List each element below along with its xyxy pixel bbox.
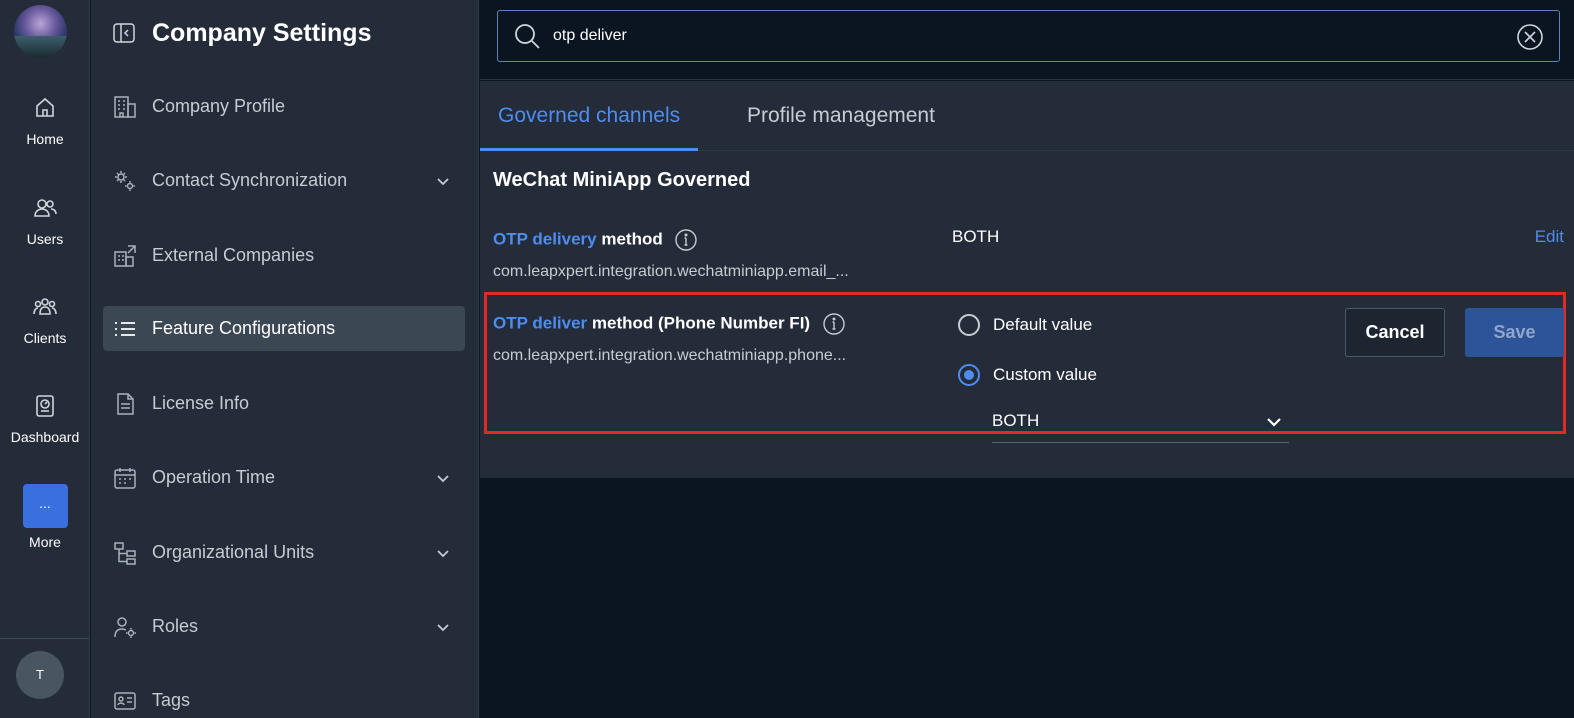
rail-item-more[interactable]: ... More: [0, 484, 90, 550]
sidebar-item-feature-configurations[interactable]: Feature Configurations: [103, 306, 465, 351]
setting-name-rest: method (Phone Number FI): [587, 313, 811, 333]
sidebar-item-label: License Info: [152, 393, 250, 413]
clear-search-icon[interactable]: [1516, 23, 1544, 51]
rail-label-clients: Clients: [23, 330, 67, 346]
setting-value: BOTH: [952, 227, 1000, 246]
rail-label-users: Users: [26, 231, 64, 247]
setting-key: com.leapxpert.integration.wechatminiapp.…: [493, 347, 847, 364]
user-avatar[interactable]: T: [16, 651, 64, 699]
sync-gear-icon: [115, 170, 135, 191]
sidebar-item-license-info[interactable]: License Info: [103, 381, 465, 426]
sidebar-item-roles[interactable]: Roles: [103, 604, 465, 649]
info-icon[interactable]: [675, 229, 698, 251]
sidebar-item-label: Company Profile: [152, 96, 286, 116]
sidebar-item-label: Operation Time: [152, 467, 276, 487]
settings-panel: WeChat MiniApp Governed OTP delivery met…: [480, 151, 1574, 478]
sidebar-item-label: Contact Synchronization: [152, 170, 348, 190]
sidebar-item-label: Organizational Units: [152, 542, 315, 562]
rail-item-dashboard[interactable]: Dashboard: [0, 393, 90, 445]
top-bar: [480, 0, 1574, 80]
user-gear-icon: [114, 616, 136, 638]
tab-bar: Governed channels Profile management: [480, 81, 1574, 151]
chevron-down-icon[interactable]: [435, 545, 451, 561]
setting-row-otp-delivery-method: OTP delivery method com.leapxpert.integr…: [493, 229, 913, 281]
clients-icon: [33, 298, 57, 315]
rail-item-clients[interactable]: Clients: [0, 294, 90, 346]
sidebar-item-tags[interactable]: Tags: [103, 678, 465, 718]
sidebar-item-label: External Companies: [152, 245, 315, 265]
tab-governed-channels[interactable]: Governed channels: [480, 81, 699, 151]
rail-label-more: More: [29, 534, 61, 550]
external-building-icon: [114, 244, 136, 267]
rail-item-home[interactable]: Home: [0, 95, 90, 147]
cancel-button[interactable]: Cancel: [1345, 308, 1445, 357]
info-icon[interactable]: [823, 313, 845, 335]
chevron-down-icon[interactable]: [435, 173, 451, 189]
building-icon: [114, 95, 136, 118]
sidebar-header: Company Settings: [113, 16, 371, 50]
app-rail: Home Users Clients Dashboard ... More T: [0, 0, 90, 718]
radio-custom-value[interactable]: Custom value: [958, 364, 1097, 386]
search-highlight: OTP deliver: [493, 313, 588, 333]
sidebar-item-contact-synchronization[interactable]: Contact Synchronization: [103, 158, 465, 203]
search-highlight: OTP delivery: [493, 229, 597, 249]
settings-sidebar: Company Settings Company Profile Contact…: [91, 0, 479, 718]
tab-profile-management[interactable]: Profile management: [729, 81, 953, 151]
sidebar-item-label: Tags: [152, 690, 191, 710]
collapse-sidebar-icon[interactable]: [113, 23, 135, 43]
dashboard-icon: [36, 395, 54, 417]
search-icon: [515, 24, 540, 49]
list-icon: [115, 321, 135, 336]
radio-default-value[interactable]: Default value: [958, 314, 1092, 336]
custom-value-select[interactable]: BOTH: [992, 403, 1289, 443]
calendar-icon: [114, 467, 136, 489]
setting-name: OTP delivery method: [493, 229, 913, 251]
org-avatar[interactable]: [14, 5, 67, 58]
sidebar-item-external-companies[interactable]: External Companies: [103, 233, 465, 278]
rail-label-dashboard: Dashboard: [10, 429, 80, 445]
rail-item-users[interactable]: Users: [0, 195, 90, 247]
home-icon: [36, 97, 54, 117]
users-icon: [34, 199, 57, 217]
search-box[interactable]: [497, 10, 1560, 62]
chevron-down-icon[interactable]: [1265, 413, 1283, 431]
selected-value: BOTH: [992, 411, 1040, 430]
radio-button-checked[interactable]: [958, 364, 980, 386]
chevron-down-icon[interactable]: [435, 619, 451, 635]
search-input[interactable]: [553, 21, 1453, 51]
tag-card-icon: [114, 691, 136, 710]
save-button[interactable]: Save: [1465, 308, 1564, 357]
setting-name: OTP deliver method (Phone Number FI): [493, 313, 913, 335]
radio-label: Default value: [993, 315, 1093, 334]
rail-label-home: Home: [26, 131, 64, 147]
rail-divider: [0, 638, 90, 639]
more-icon[interactable]: ...: [22, 484, 68, 528]
setting-name-rest: method: [596, 229, 663, 249]
sidebar-item-organizational-units[interactable]: Organizational Units: [103, 530, 465, 575]
sidebar-item-label: Roles: [152, 616, 199, 636]
sidebar-item-label: Feature Configurations: [152, 318, 336, 338]
sidebar-title: Company Settings: [152, 18, 372, 47]
document-icon: [117, 392, 134, 415]
section-title: WeChat MiniApp Governed: [493, 169, 751, 191]
sidebar-item-company-profile[interactable]: Company Profile: [103, 84, 465, 129]
chevron-down-icon[interactable]: [435, 470, 451, 486]
sidebar-item-operation-time[interactable]: Operation Time: [103, 455, 465, 500]
radio-label: Custom value: [993, 365, 1097, 384]
edit-link[interactable]: Edit: [1535, 227, 1564, 247]
org-tree-icon: [114, 541, 136, 565]
setting-row-otp-deliver-phone: OTP deliver method (Phone Number FI) com…: [493, 313, 913, 365]
setting-key: com.leapxpert.integration.wechatminiapp.…: [493, 263, 849, 280]
radio-button[interactable]: [958, 314, 980, 336]
